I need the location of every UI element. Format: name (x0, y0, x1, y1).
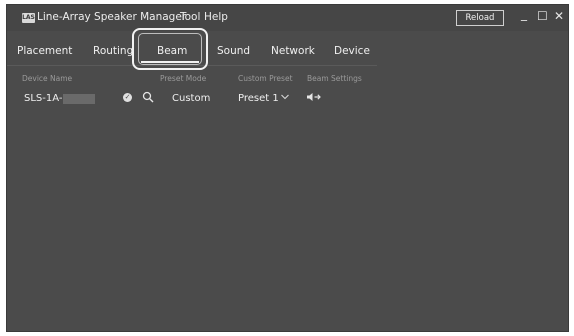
chevron-down-icon[interactable] (280, 93, 290, 101)
tab-network[interactable]: Network (271, 45, 315, 57)
active-tab-underline (141, 61, 199, 63)
check-circle-icon: ✓ (123, 93, 132, 102)
preset-mode-value[interactable]: Custom (172, 93, 210, 104)
close-icon[interactable]: ✕ (554, 9, 564, 23)
minimize-icon[interactable]: _ (521, 7, 527, 21)
column-header-device-name: Device Name (22, 74, 73, 83)
app-title: Line-Array Speaker Manager (37, 11, 187, 23)
search-icon[interactable] (142, 91, 154, 103)
custom-preset-select[interactable]: Preset 1 (238, 93, 279, 104)
column-header-custom-preset: Custom Preset (238, 74, 293, 83)
redacted-device-id (63, 94, 95, 104)
menu-tool[interactable]: Tool (180, 11, 200, 23)
reload-button[interactable]: Reload (456, 10, 504, 26)
app-logo-icon: LAS (22, 13, 35, 23)
speaker-beam-icon[interactable] (306, 92, 322, 102)
tab-sound[interactable]: Sound (217, 45, 250, 57)
tab-placement[interactable]: Placement (17, 45, 72, 57)
column-header-beam-settings: Beam Settings (307, 74, 362, 83)
maximize-icon[interactable]: ☐ (537, 9, 548, 23)
title-bar: LAS Line-Array Speaker Manager Tool Help… (7, 5, 568, 31)
menu-help[interactable]: Help (204, 11, 228, 23)
column-header-preset-mode: Preset Mode (160, 74, 207, 83)
app-window: LAS Line-Array Speaker Manager Tool Help… (6, 4, 569, 332)
device-name: SLS-1A- (24, 93, 63, 104)
tab-routing[interactable]: Routing (93, 45, 133, 57)
tab-device[interactable]: Device (334, 45, 370, 57)
